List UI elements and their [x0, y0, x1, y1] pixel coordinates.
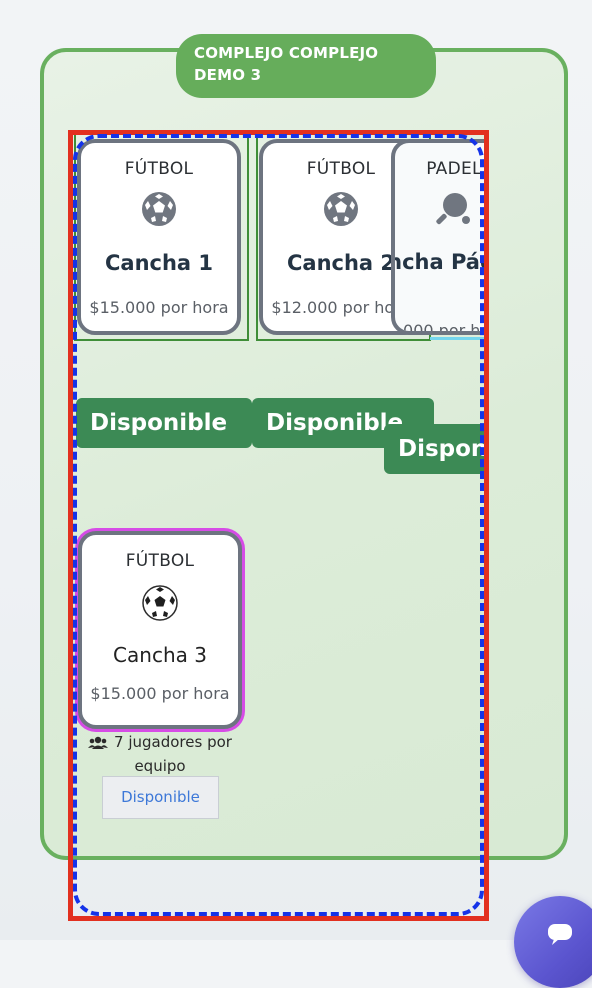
status-badge: Disponible: [384, 424, 484, 474]
paddle-icon: [436, 193, 470, 225]
court-name: Cancha 1: [104, 251, 214, 275]
soccer-ball-icon: [324, 192, 358, 226]
court-name: Cancha Pádel: [395, 250, 484, 274]
court-price: $15.000 por hora: [90, 684, 230, 703]
availability-button[interactable]: Disponible: [102, 776, 219, 819]
players-info: 7 jugadores por equipo: [80, 730, 240, 778]
court-card-selected[interactable]: FÚTBOL Cancha 3 $15.000 por hora: [78, 531, 242, 729]
players-text: 7 jugadores por equipo: [114, 733, 232, 775]
court-name: Cancha 3: [113, 643, 207, 667]
status-badge: Disponible: [76, 398, 252, 448]
complex-title: COMPLEJO COMPLEJO DEMO 3: [176, 34, 436, 98]
soccer-ball-emoji-icon: [142, 585, 178, 621]
court-sport: FÚTBOL: [125, 551, 195, 571]
court-sport: PADEL: [426, 159, 482, 179]
court-sport: FÚTBOL: [124, 159, 194, 179]
court-price: $15.000 por hora: [89, 298, 229, 317]
court-price: $16.000 por hora: [395, 321, 484, 335]
soccer-ball-icon: [142, 192, 176, 226]
card-underline: [430, 337, 484, 340]
chat-icon: [548, 924, 572, 945]
court-price: $12.000 por hora: [271, 298, 411, 317]
court-card[interactable]: PADEL Cancha Pádel $16.000 por hora: [391, 139, 484, 335]
court-card[interactable]: FÚTBOL Cancha 1 $15.000 por hora: [77, 139, 241, 335]
chat-button[interactable]: [514, 896, 592, 988]
users-icon: [88, 736, 109, 749]
